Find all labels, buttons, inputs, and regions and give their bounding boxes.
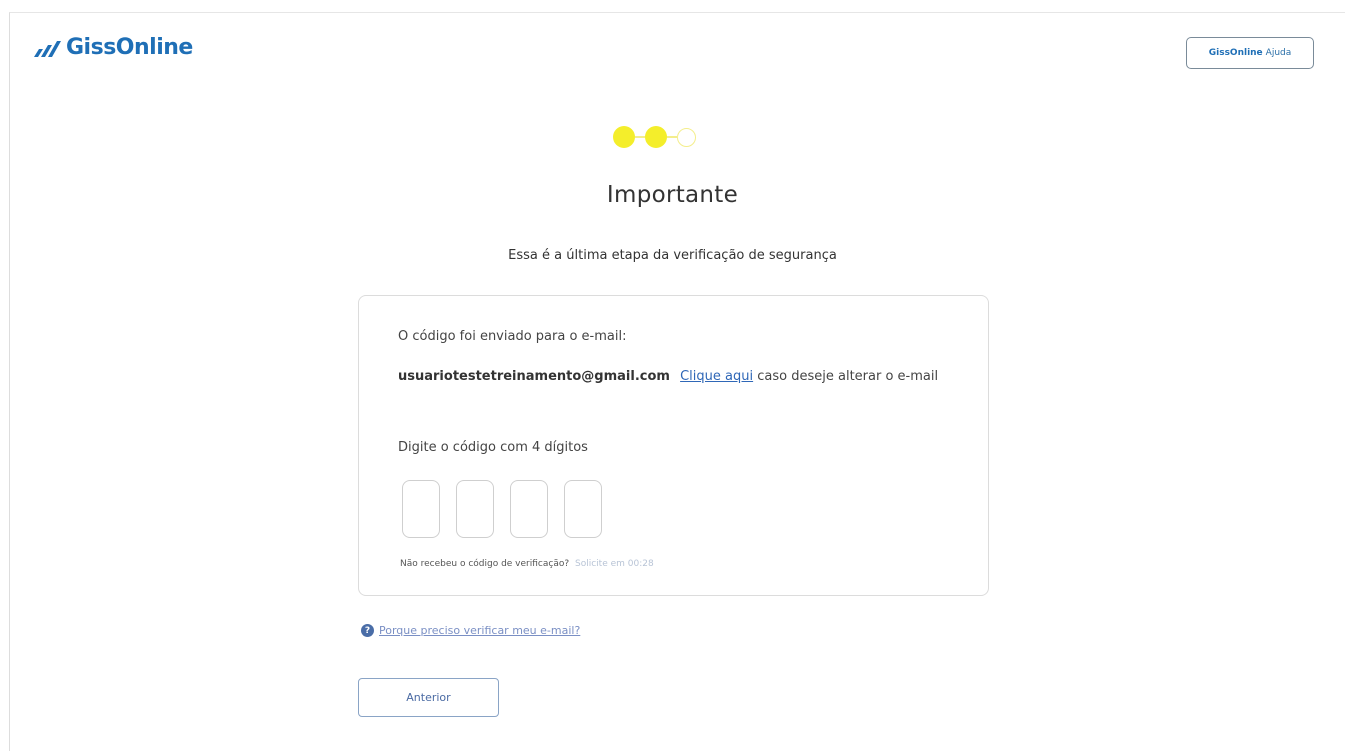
code-digit-2[interactable] [456,480,494,538]
page-subtitle: Essa é a última etapa da verificação de … [508,248,837,263]
help-button-brand: GissOnline [1208,48,1263,58]
step-connector [667,136,677,138]
logo-bars-icon [34,40,61,57]
email-line: usuariotestetreinamento@gmail.com Clique… [398,365,958,389]
question-icon: ? [361,624,374,637]
resend-row: Não recebeu o código de verificação? Sol… [400,559,654,569]
why-verify-link[interactable]: Porque preciso verificar meu e-mail? [379,624,580,637]
code-sent-label: O código foi enviado para o e-mail: [398,329,627,344]
step-connector [635,136,645,138]
help-button-label: Ajuda [1265,48,1292,58]
email-address: usuariotestetreinamento@gmail.com [398,369,670,384]
code-digit-4[interactable] [564,480,602,538]
help-button[interactable]: GissOnline Ajuda [1186,37,1314,69]
gissonline-logo[interactable]: GissOnline [34,35,193,60]
step-3-pending [677,127,696,147]
verification-card: O código foi enviado para o e-mail: usua… [358,295,989,596]
why-verify-row: ? Porque preciso verificar meu e-mail? [361,624,580,637]
code-input-group [402,480,602,538]
step-indicator [613,126,696,148]
step-2-complete [645,126,667,148]
change-email-link[interactable]: Clique aqui [680,369,753,384]
resend-question: Não recebeu o código de verificação? [400,559,570,569]
code-digit-1[interactable] [402,480,440,538]
step-1-complete [613,126,635,148]
logo-text: GissOnline [66,35,193,60]
code-digit-3[interactable] [510,480,548,538]
resend-timer-link[interactable]: Solicite em 00:28 [575,559,654,569]
previous-button[interactable]: Anterior [358,678,499,717]
page-title: Importante [606,182,739,208]
change-email-text: caso deseje alterar o e-mail [757,369,939,384]
code-digits-label: Digite o código com 4 dígitos [398,440,588,455]
